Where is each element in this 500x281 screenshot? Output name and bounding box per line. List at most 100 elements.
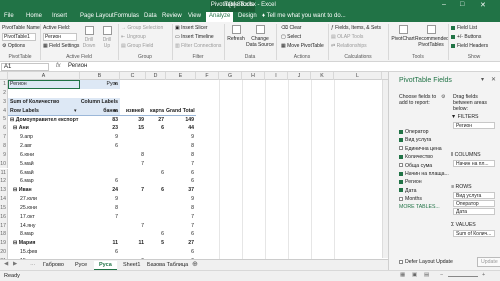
cell-b[interactable] <box>80 151 120 160</box>
cell-c[interactable] <box>120 98 146 107</box>
insert-timeline-button[interactable]: ▭ Insert Timeline <box>175 34 214 40</box>
filter-dropdown-icon[interactable]: ▾ <box>114 107 117 116</box>
row-number[interactable]: 17 <box>0 221 8 231</box>
cell-c[interactable]: 7 <box>120 160 146 169</box>
row-number[interactable]: 13 <box>0 186 8 196</box>
cell-d[interactable] <box>146 213 166 222</box>
tab-formulas[interactable]: Formulas <box>114 13 139 19</box>
row-number[interactable]: 10 <box>0 159 8 169</box>
row-number[interactable]: 9 <box>0 150 8 160</box>
olap-tools-button[interactable]: ▤ OLAP Tools <box>331 34 363 40</box>
options-button[interactable]: ⚙ Options <box>2 43 25 49</box>
active-field-input[interactable]: Регион <box>43 33 77 41</box>
cell-a[interactable]: 14.яну <box>8 222 80 231</box>
cell-b[interactable]: Column Labels <box>80 97 120 107</box>
formula-input[interactable]: Регион <box>68 63 87 69</box>
row-number[interactable]: 12 <box>0 177 8 187</box>
buttons-toggle[interactable]: +/- Buttons <box>451 34 481 40</box>
row-number[interactable]: 20 <box>0 248 8 257</box>
cell-c[interactable]: извней <box>120 107 146 116</box>
field-settings-button[interactable]: ▦ Field Settings <box>43 43 79 49</box>
defer-layout-update[interactable]: Defer Layout Update <box>399 259 453 265</box>
checkbox-icon[interactable] <box>399 129 403 134</box>
checkbox-icon[interactable] <box>399 146 403 151</box>
checkbox-icon[interactable] <box>399 138 403 143</box>
cell-d[interactable]: 6 <box>146 230 166 239</box>
column-header[interactable]: A <box>8 72 80 80</box>
column-header[interactable]: D <box>146 72 166 80</box>
cell-e[interactable]: 7 <box>166 222 196 231</box>
field-list-toggle[interactable]: Field List <box>451 25 477 31</box>
cell-d[interactable] <box>146 142 166 151</box>
name-box[interactable]: A1 <box>1 63 49 71</box>
cell-b[interactable]: 83 <box>80 115 120 124</box>
add-sheet-icon[interactable]: ⊕ <box>192 260 198 268</box>
field-item[interactable]: Начин на плаща... <box>399 171 449 177</box>
drill-up-button[interactable]: Drill Up <box>99 26 115 49</box>
cell-a[interactable] <box>8 89 80 98</box>
cell-e[interactable]: 6 <box>166 169 196 178</box>
cell-e[interactable]: 6 <box>166 177 196 186</box>
field-headers-toggle[interactable]: Field Headers <box>451 43 488 49</box>
field-item[interactable]: Единична цена <box>399 146 442 152</box>
rows-item[interactable]: Вид услуга <box>453 192 495 199</box>
filter-dropdown-icon[interactable]: ▾ <box>114 80 117 89</box>
column-header[interactable]: L <box>334 72 382 80</box>
row-number[interactable]: 1 <box>0 80 8 89</box>
cell-b[interactable] <box>80 169 120 178</box>
checkbox-icon[interactable] <box>399 163 403 168</box>
cell-e[interactable]: 8 <box>166 142 196 151</box>
zoom-out-icon[interactable]: − <box>440 272 443 278</box>
cell-d[interactable] <box>146 133 166 142</box>
cell-a[interactable]: 8.мар <box>8 230 80 239</box>
checkbox-icon[interactable] <box>399 188 403 193</box>
cell-d[interactable]: 6 <box>146 186 166 195</box>
cell-e[interactable]: 9 <box>166 195 196 204</box>
cell-c[interactable]: 39 <box>120 115 146 124</box>
cell-e[interactable]: 7 <box>166 160 196 169</box>
cell-d[interactable]: 6 <box>146 169 166 178</box>
row-number[interactable]: 15 <box>0 203 8 213</box>
row-number[interactable]: 14 <box>0 195 8 204</box>
cell-a[interactable]: ⊟ Мария <box>8 239 80 248</box>
cell-c[interactable] <box>120 169 146 178</box>
select-all-corner[interactable] <box>0 72 8 80</box>
tools-gear-icon[interactable]: ⚙ <box>441 94 446 100</box>
close-icon[interactable]: ✕ <box>480 1 486 9</box>
cell-d[interactable]: 27 <box>146 115 166 124</box>
cell-a[interactable]: Sum of Количество <box>8 97 80 107</box>
maximize-icon[interactable]: □ <box>460 1 464 8</box>
cell-a[interactable]: 6.мар <box>8 177 80 186</box>
change-data-source-button[interactable]: Change Data Source <box>246 25 274 48</box>
cell-b[interactable]: 23 <box>80 124 120 133</box>
sheet-tab[interactable]: Базова Таблица <box>142 261 193 270</box>
checkbox-icon[interactable] <box>399 196 403 201</box>
tab-insert[interactable]: Insert <box>52 13 67 19</box>
cell-e[interactable] <box>166 80 196 89</box>
cell-a[interactable]: Row Labels <box>8 106 80 116</box>
cell-c[interactable]: 7 <box>120 222 146 231</box>
page-break-view-icon[interactable]: ▤ <box>424 272 429 278</box>
sheet-tab[interactable]: Русе <box>70 261 92 270</box>
cell-d[interactable] <box>146 222 166 231</box>
cell-c[interactable] <box>120 195 146 204</box>
cell-d[interactable] <box>146 80 166 89</box>
scroll-right-icon[interactable]: ▶ <box>13 261 17 267</box>
column-header[interactable]: J <box>288 72 311 80</box>
cell-b[interactable] <box>80 230 120 239</box>
pane-close-icon[interactable]: ✕ <box>491 76 496 83</box>
row-number[interactable]: 19 <box>0 239 8 249</box>
cell-a[interactable]: 17.окт <box>8 213 80 222</box>
cell-c[interactable] <box>120 89 146 98</box>
filters-item[interactable]: Регион <box>453 122 495 129</box>
cell-d[interactable] <box>146 98 166 107</box>
columns-item[interactable]: Начин на пл... <box>453 160 495 167</box>
cell-e[interactable]: 9 <box>166 133 196 142</box>
zoom-slider[interactable] <box>448 276 478 277</box>
fields-items-sets-button[interactable]: ƒ Fields, Items, & Sets <box>331 25 381 31</box>
cell-c[interactable] <box>120 230 146 239</box>
column-header[interactable]: E <box>166 72 196 80</box>
cell-d[interactable] <box>146 89 166 98</box>
field-item[interactable]: Количество <box>399 154 433 160</box>
row-number[interactable]: 5 <box>0 115 8 125</box>
